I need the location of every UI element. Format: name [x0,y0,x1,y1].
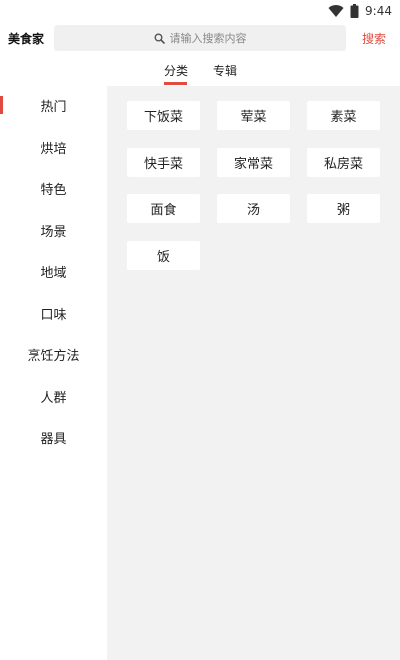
category-chip[interactable]: 家常菜 [217,148,290,177]
sidebar-item-hot[interactable]: 热门 [0,90,107,120]
sidebar-item-cooking-method[interactable]: 烹饪方法 [0,339,107,369]
category-chip[interactable]: 汤 [217,194,290,223]
sidebar-item-baking[interactable]: 烘培 [0,132,107,162]
sidebar-item-region[interactable]: 地域 [0,256,107,286]
tab-category[interactable]: 分类 [164,62,188,79]
sidebar-item-flavor[interactable]: 口味 [0,298,107,328]
search-button[interactable]: 搜索 [362,30,386,47]
top-tabs: 分类 专辑 [0,58,400,86]
search-input[interactable]: 请输入搜索内容 [54,25,346,51]
category-chip[interactable]: 粥 [307,194,380,223]
tab-album[interactable]: 专辑 [213,62,237,79]
status-time: 9:44 [365,4,392,18]
category-chip[interactable]: 素菜 [307,101,380,130]
sidebar-item-utensils[interactable]: 器具 [0,422,107,452]
active-tab-indicator [164,82,187,85]
sidebar-item-specialty[interactable]: 特色 [0,173,107,203]
category-chip[interactable]: 饭 [127,241,200,270]
wifi-icon [328,5,344,18]
battery-icon [350,4,359,18]
sidebar-item-scene[interactable]: 场景 [0,215,107,245]
category-sidebar: 热门 烘培 特色 场景 地域 口味 烹饪方法 人群 器具 [0,86,107,660]
category-chip[interactable]: 私房菜 [307,148,380,177]
category-grid: 下饭菜 荤菜 素菜 快手菜 家常菜 私房菜 面食 汤 粥 饭 [107,86,400,660]
app-title: 美食家 [8,32,45,46]
status-bar: 9:44 [0,0,400,24]
sidebar-item-crowd[interactable]: 人群 [0,381,107,411]
category-chip[interactable]: 下饭菜 [127,101,200,130]
search-icon [154,33,165,44]
category-chip[interactable]: 荤菜 [217,101,290,130]
category-chip[interactable]: 快手菜 [127,148,200,177]
search-placeholder: 请输入搜索内容 [169,32,247,45]
category-chip[interactable]: 面食 [127,194,200,223]
app-header: 美食家 请输入搜索内容 搜索 [0,24,400,54]
status-icons: 9:44 [328,4,392,18]
